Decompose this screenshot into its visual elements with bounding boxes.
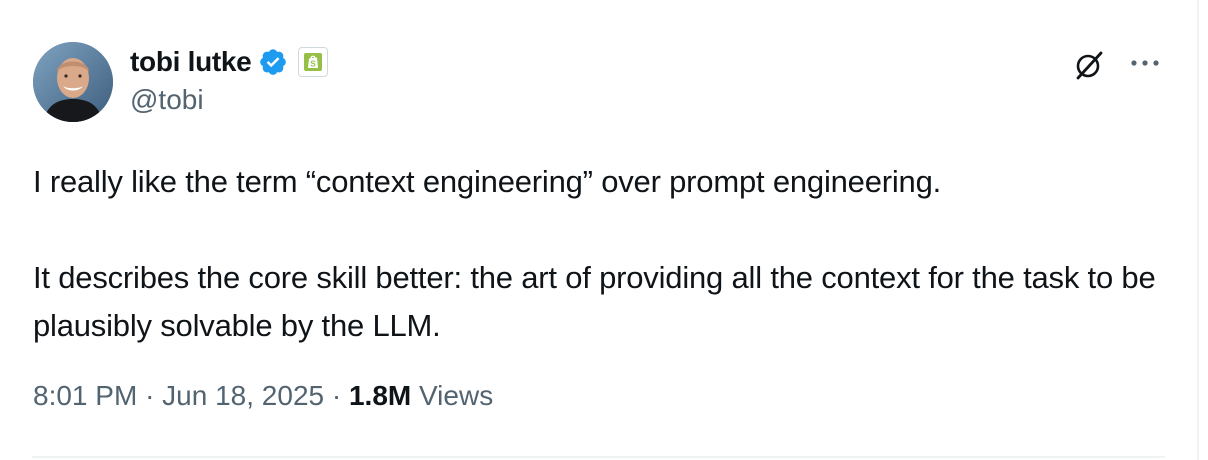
avatar-image xyxy=(33,42,113,122)
svg-text:S: S xyxy=(311,60,317,69)
separator: · xyxy=(145,380,155,411)
timeline-border xyxy=(1197,0,1199,460)
tweet-paragraph: It describes the core skill better: the … xyxy=(33,260,1156,343)
tweet-paragraph: I really like the term “context engineer… xyxy=(33,164,942,199)
post-time[interactable]: 8:01 PM xyxy=(33,380,137,411)
more-options-button[interactable] xyxy=(1126,46,1164,80)
tweet-meta: 8:01 PM · Jun 18, 2025 · 1.8M Views xyxy=(33,380,493,412)
post-date[interactable]: Jun 18, 2025 xyxy=(162,380,324,411)
avatar[interactable] xyxy=(33,42,113,122)
separator: · xyxy=(331,380,342,411)
divider xyxy=(32,456,1165,458)
grok-icon xyxy=(1076,51,1103,80)
author-line: tobi lutke S xyxy=(130,44,329,80)
more-horizontal-icon xyxy=(1131,60,1159,66)
verified-badge-icon[interactable] xyxy=(258,47,288,77)
shopify-bag-icon: S xyxy=(304,53,323,71)
views-count[interactable]: 1.8M xyxy=(349,380,411,411)
affiliate-badge[interactable]: S xyxy=(298,47,329,77)
views-label[interactable]: Views xyxy=(419,380,493,411)
display-name[interactable]: tobi lutke xyxy=(130,46,252,78)
tweet-text: I really like the term “context engineer… xyxy=(33,158,1163,350)
grok-button[interactable] xyxy=(1070,46,1108,84)
user-handle[interactable]: @tobi xyxy=(130,84,204,116)
